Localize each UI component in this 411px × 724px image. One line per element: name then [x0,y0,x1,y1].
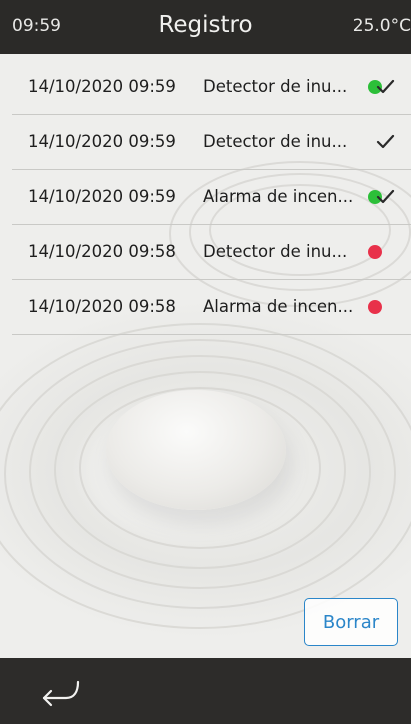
log-row[interactable]: 14/10/2020 09:59 Alarma de incen... [12,170,411,225]
log-row-date: 14/10/2020 09:59 [28,132,176,151]
log-row-description: Detector de inu... [203,77,348,96]
log-row[interactable]: 14/10/2020 09:59 Detector de inu... [12,60,411,115]
log-row-date: 14/10/2020 09:59 [28,187,176,206]
zen-stone-image [106,390,286,510]
log-row-description: Alarma de incen... [203,297,353,316]
log-row-description: Detector de inu... [203,242,348,261]
check-icon [376,79,395,94]
log-row-status [368,243,398,263]
log-row[interactable]: 14/10/2020 09:59 Detector de inu... [12,115,411,170]
log-row-status [368,188,398,208]
clear-log-button[interactable]: Borrar [304,598,398,646]
bottom-navigation-bar [0,658,411,724]
red-dot-icon [368,300,382,314]
red-dot-icon [368,245,382,259]
log-row-status [368,78,398,98]
log-row-description: Detector de inu... [203,132,348,151]
log-row[interactable]: 14/10/2020 09:58 Alarma de incen... [12,280,411,335]
log-row-date: 14/10/2020 09:59 [28,77,176,96]
status-bar: 09:59 Registro 25.0°C [0,0,411,54]
log-row[interactable]: 14/10/2020 09:58 Detector de inu... [12,225,411,280]
log-row-date: 14/10/2020 09:58 [28,242,176,261]
check-icon [376,189,395,204]
back-arrow-icon[interactable] [38,678,84,708]
temperature-readout: 25.0°C [352,16,411,36]
page-title: Registro [158,12,253,38]
log-row-status [368,133,398,153]
event-log-list: 14/10/2020 09:59 Detector de inu... 14/1… [12,60,411,335]
log-row-description: Alarma de incen... [203,187,353,206]
log-row-date: 14/10/2020 09:58 [28,297,176,316]
log-row-status [368,298,398,318]
check-icon [376,134,395,149]
